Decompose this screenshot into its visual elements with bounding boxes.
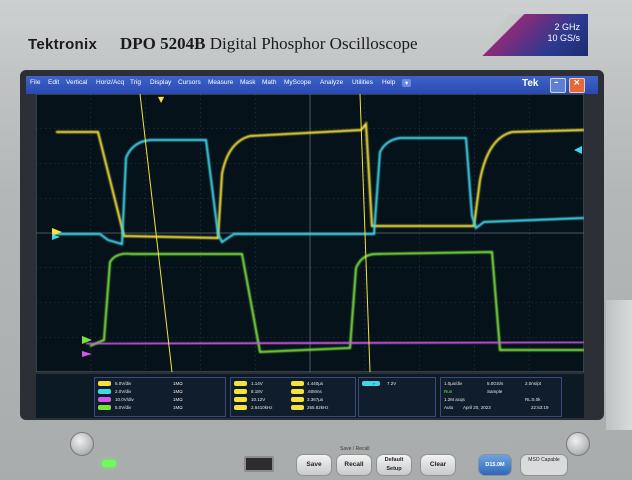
channel-4-chip [98,405,111,410]
meas-1-value: 1.14V [251,381,263,386]
meas-3-chip [234,397,247,402]
meas-8-chip [291,405,304,410]
right-knob[interactable] [566,432,590,456]
save-recall-caption: Save / Recall [340,446,370,452]
point-spacing: 2.0ns/pt [525,381,542,386]
channel-settings-box[interactable]: 5.0V/div 1MΩ 2.0V/div 1MΩ 10.0V/div 1MΩ … [94,377,226,417]
menu-mask[interactable]: Mask [240,79,256,86]
channel-4-scale: 5.0V/div [115,405,132,410]
minimize-button[interactable]: – [550,78,566,93]
recall-button[interactable]: Recall [336,454,372,476]
record-length: RL:5.0k [525,397,541,402]
power-knob[interactable] [70,432,94,456]
cursor-a-marker: ▼ [158,95,165,104]
channel-2-chip [98,389,111,394]
meas-2-chip [234,389,247,394]
menu-myscope[interactable]: MyScope [284,79,311,86]
channel-1-impedance: 1MΩ [173,381,183,386]
menu-analyze[interactable]: Analyze [320,79,343,86]
close-button[interactable]: × [569,78,585,93]
menu-trig[interactable]: Trig [130,79,141,86]
meas-4-value: 2.6410kHz [251,405,273,410]
menu-file[interactable]: File [30,79,40,86]
menu-utilities[interactable]: Utilities [352,79,373,86]
menu-edit[interactable]: Edit [48,79,59,86]
mso-sticker: MSO Capable [520,454,568,476]
brand-logo: Tektronix [28,36,98,53]
time: 22:53:19 [531,405,549,410]
menu-display[interactable]: Display [150,79,171,86]
trigger-box[interactable]: ⌐ 7.2V [358,377,436,417]
power-led [102,460,116,467]
acq-sample: Sample [487,389,503,394]
meas-2-value: 8.18V [251,389,263,394]
model-description: Digital Phosphor Oscilloscope [205,34,418,53]
channel-4-impedance: 1MΩ [173,405,183,410]
acq-mode: Run [444,389,453,394]
help-dropdown-icon[interactable]: ▾ [402,79,412,87]
horizontal-box[interactable]: 1.0µs/div 5.0GS/s 2.0ns/pt Run Sample 1.… [440,377,562,417]
meas-7-value: 3.367µs [307,397,324,402]
channel-1-scale: 5.0V/div [115,381,132,386]
waveform-svg: ▼ [35,93,585,373]
readout-panel: 5.0V/div 1MΩ 2.0V/div 1MΩ 10.0V/div 1MΩ … [36,374,584,418]
menu-horiz-acq[interactable]: Horiz/Acq [96,79,124,86]
meas-6-chip [291,389,304,394]
minimize-icon: – [554,78,559,88]
side-panel [606,300,632,430]
meas-7-chip [291,397,304,402]
trigger-level-marker[interactable] [574,146,582,154]
meas-1-chip [234,381,247,386]
usb-port [244,456,274,472]
save-button[interactable]: Save [296,454,332,476]
meas-6-value: .608ms [307,389,322,394]
model-number: DPO 5204B [120,34,206,53]
default-setup-button[interactable]: Default Setup [376,454,412,476]
channel-3-chip [98,397,111,402]
sample-rate-label: 10 GS/s [547,33,580,43]
trigger-level: 7.2V [387,381,397,386]
menu-vertical[interactable]: Vertical [66,79,87,86]
menu-help[interactable]: Help [382,79,395,86]
menu-math[interactable]: Math [262,79,276,86]
channel-3-impedance: 1MΩ [173,397,183,402]
menu-measure[interactable]: Measure [208,79,233,86]
meas-5-chip [291,381,304,386]
clear-button[interactable]: Clear [420,454,456,476]
channel-3-scale: 10.0V/div [115,397,134,402]
tek-logo: Tek [522,78,539,89]
channel-1-chip [98,381,111,386]
date: April 20, 2023 [463,405,491,410]
channel-2-trace [56,136,585,246]
channel-2-impedance: 1MΩ [173,389,183,394]
trigger-edge-icon: ⌐ [373,381,376,386]
bandwidth-label: 2 GHz [554,22,580,32]
menu-cursors[interactable]: Cursors [178,79,201,86]
meas-8-value: 255.82kHz [307,405,329,410]
measurement-box[interactable]: 1.14V 4.440µs 8.18V .608ms 10.12V 3.367µ… [230,377,356,417]
meas-5-value: 4.440µs [307,381,324,386]
trigger-mode: Auto [444,405,454,410]
sample-rate: 5.0GS/s [487,381,504,386]
acq-count: 1.2M acqs [444,397,465,402]
waveform-display[interactable]: ▼ [35,93,585,373]
close-icon: × [573,78,581,88]
menu-bar: File Edit Vertical Horiz/Acq Trig Displa… [26,76,598,94]
trigger-source-chip [362,381,380,386]
horizontal-scale: 1.0µs/div [444,381,463,386]
meas-4-chip [234,405,247,410]
model-name: DPO 5204B Digital Phosphor Oscilloscope [120,34,418,54]
channel-2-scale: 2.0V/div [115,389,132,394]
meas-3-value: 10.12V [251,397,266,402]
channel-3-trace [85,340,585,346]
d15-button[interactable]: D15.0M [478,454,512,476]
